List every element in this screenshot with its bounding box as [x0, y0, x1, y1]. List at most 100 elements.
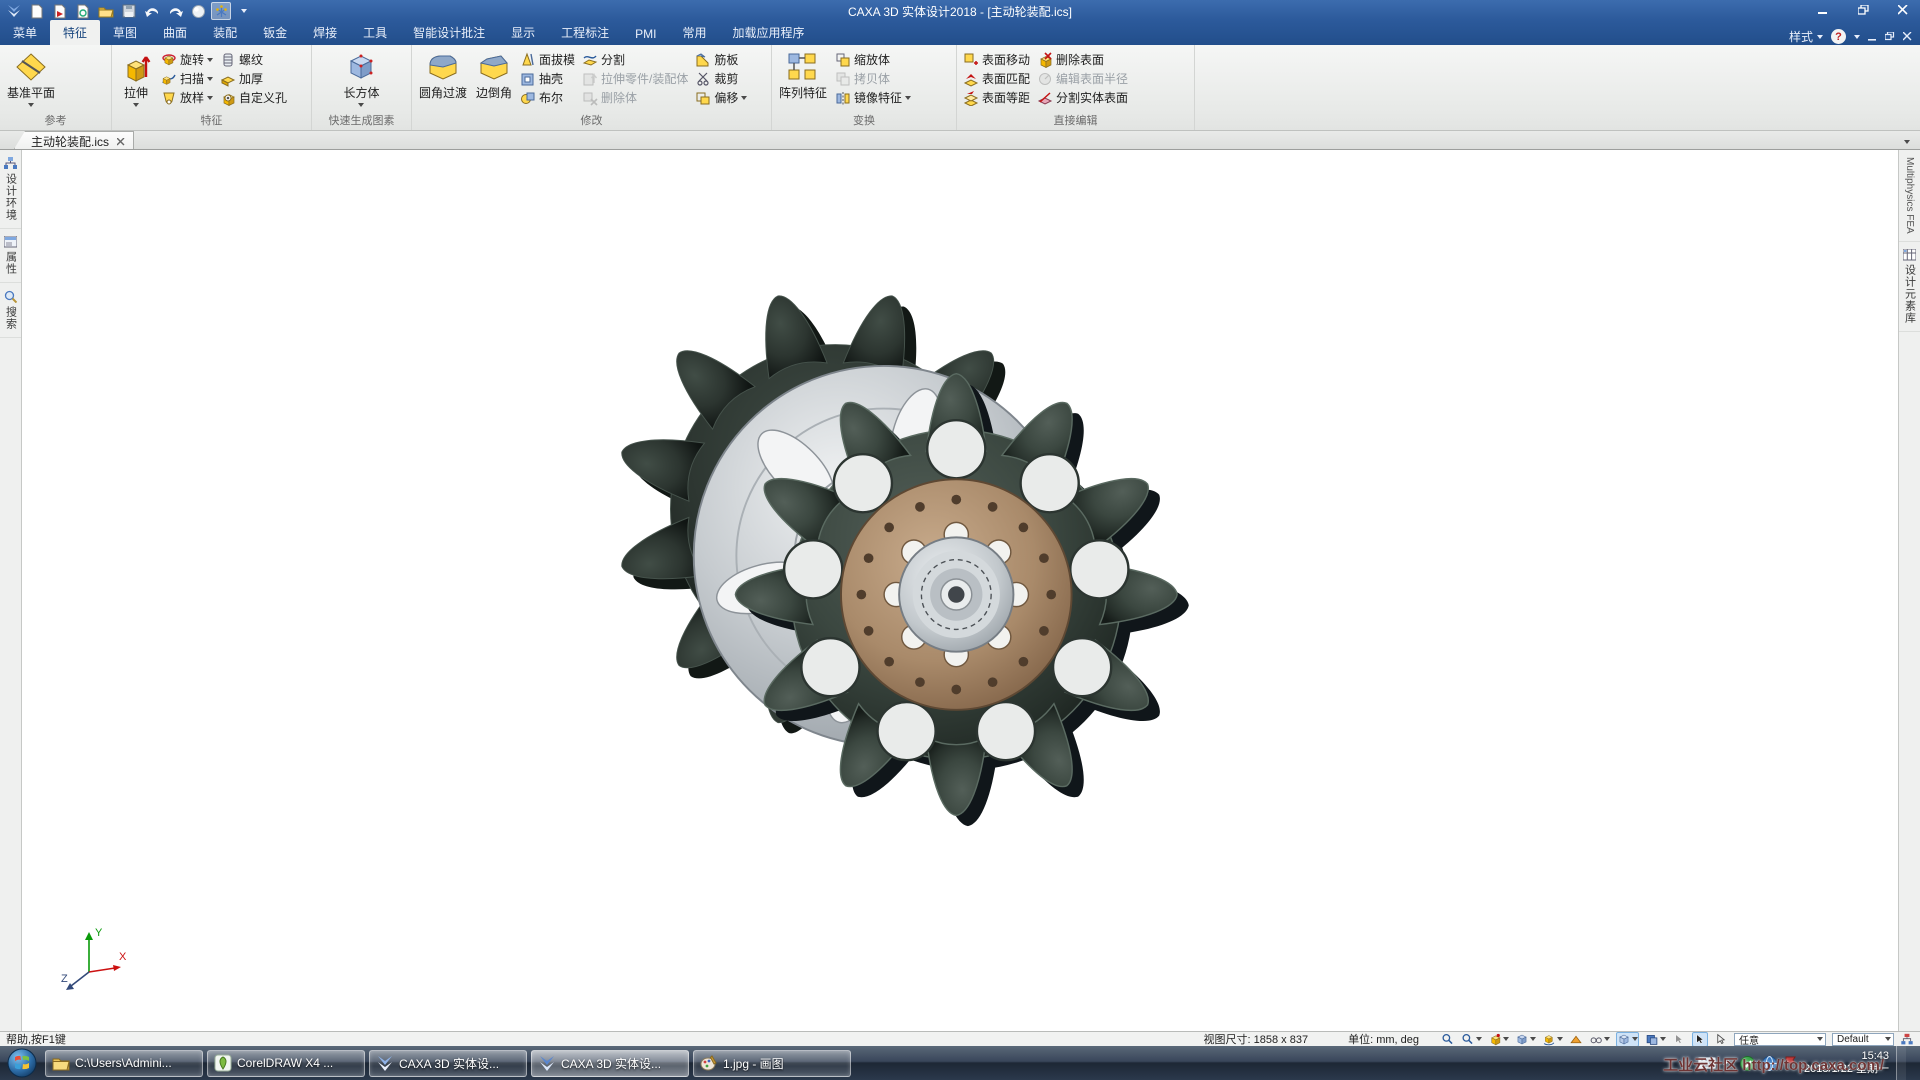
thicken-button[interactable]: 加厚 — [217, 69, 290, 88]
face-view-icon[interactable] — [1569, 1033, 1583, 1046]
menu-tab-engineering-dim[interactable]: 工程标注 — [548, 20, 622, 45]
redo-icon[interactable] — [165, 2, 185, 20]
move-face-button[interactable]: 表面移动 — [960, 50, 1033, 69]
thread-button[interactable]: 螺纹 — [217, 50, 290, 69]
document-tab[interactable]: 主动轮装配.ics — [14, 131, 134, 149]
taskbar-clock[interactable]: 15:43 2018/1/22 星期一 — [1804, 1050, 1889, 1076]
split-button[interactable]: 分割 — [579, 50, 691, 69]
match-face-button[interactable]: 表面匹配 — [960, 69, 1033, 88]
3d-canvas[interactable]: Y X Z — [23, 150, 1897, 1031]
menu-tab-smart-annotation[interactable]: 智能设计批注 — [400, 20, 498, 45]
style-dropdown[interactable]: 样式 — [1789, 28, 1823, 45]
zoom-icon[interactable] — [1461, 1033, 1482, 1046]
offset-face-button[interactable]: 表面等距 — [960, 88, 1033, 107]
tab-close-icon[interactable] — [117, 138, 125, 146]
help-dropdown-icon[interactable] — [1854, 35, 1860, 39]
style-combo[interactable]: Default — [1832, 1033, 1894, 1046]
doc-minimize-button[interactable] — [1868, 33, 1877, 41]
selection-filter-combo[interactable]: 任意 — [1734, 1033, 1826, 1046]
3d-viewport-model[interactable] — [593, 255, 1213, 905]
orbit-icon[interactable] — [1542, 1033, 1563, 1046]
datum-plane-button[interactable]: 基准平面 — [3, 48, 59, 114]
secondary-pointer-icon[interactable] — [1714, 1033, 1728, 1046]
shell-button[interactable]: 抽壳 — [517, 69, 578, 88]
render-mode-icon[interactable] — [1645, 1033, 1666, 1046]
app-logo-icon — [4, 2, 24, 20]
loft-button[interactable]: 放样 — [158, 88, 216, 107]
fillet-button[interactable]: 圆角过渡 — [415, 48, 471, 114]
menu-tab-menu[interactable]: 菜单 — [0, 20, 50, 45]
menu-tab-display[interactable]: 显示 — [498, 20, 548, 45]
new-document-icon[interactable] — [27, 2, 47, 20]
new-from-template-icon[interactable] — [50, 2, 70, 20]
menu-tab-addons[interactable]: 加载应用程序 — [720, 20, 818, 45]
delete-face-button[interactable]: 删除表面 — [1034, 50, 1131, 69]
render-sphere-icon[interactable] — [188, 2, 208, 20]
multiphysics-fea-tab[interactable]: Multiphysics FEA — [1899, 150, 1920, 242]
undo-icon[interactable] — [142, 2, 162, 20]
menu-tab-assembly[interactable]: 装配 — [200, 20, 250, 45]
properties-tab[interactable]: 属性 — [0, 229, 21, 283]
menu-tab-pmi[interactable]: PMI — [622, 23, 669, 45]
start-button[interactable] — [4, 1047, 40, 1079]
show-desktop-button[interactable] — [1896, 1046, 1906, 1080]
pattern-tool-icon[interactable] — [211, 2, 231, 20]
rib-button[interactable]: 筋板 — [692, 50, 750, 69]
close-button[interactable] — [1890, 2, 1916, 18]
zoom-window-icon[interactable] — [1441, 1033, 1455, 1046]
split-face-button[interactable]: 分割实体表面 — [1034, 88, 1131, 107]
scale-body-button[interactable]: 缩放体 — [832, 50, 914, 69]
chamfer-button[interactable]: 边倒角 — [472, 48, 516, 114]
assembly-tree-icon[interactable] — [1900, 1033, 1914, 1046]
restore-button[interactable] — [1850, 2, 1876, 18]
offset-button[interactable]: 偏移 — [692, 88, 750, 107]
display-mode-icon[interactable] — [1616, 1032, 1639, 1047]
save-icon[interactable] — [119, 2, 139, 20]
open-recent-icon[interactable] — [73, 2, 93, 20]
select-pointer-icon[interactable] — [1692, 1032, 1708, 1047]
doc-restore-button[interactable] — [1885, 32, 1895, 41]
mirror-feature-button[interactable]: 镜像特征 — [832, 88, 914, 107]
menu-tab-tools[interactable]: 工具 — [350, 20, 400, 45]
document-tab-label: 主动轮装配.ics — [31, 133, 109, 150]
sweep-button[interactable]: 扫描 — [158, 69, 216, 88]
trim-button[interactable]: 裁剪 — [692, 69, 750, 88]
qat-dropdown-icon[interactable] — [234, 2, 254, 20]
menu-tab-sketch[interactable]: 草图 — [100, 20, 150, 45]
menu-tab-sheetmetal[interactable]: 钣金 — [250, 20, 300, 45]
menu-tab-surface[interactable]: 曲面 — [150, 20, 200, 45]
taskbar-button-paint[interactable]: 1.jpg - 画图 — [693, 1050, 851, 1077]
tray-globe-icon[interactable] — [1762, 1056, 1777, 1071]
menu-tab-common[interactable]: 常用 — [670, 20, 720, 45]
cuboid-button[interactable]: 长方体 — [339, 48, 383, 114]
perspective-icon[interactable] — [1589, 1033, 1610, 1046]
menu-tab-welding[interactable]: 焊接 — [300, 20, 350, 45]
boolean-button[interactable]: 布尔 — [517, 88, 578, 107]
menu-tab-features[interactable]: 特征 — [50, 20, 100, 45]
design-tree-tab[interactable]: 设计环境 — [0, 150, 21, 229]
tab-list-dropdown-icon[interactable] — [1904, 140, 1910, 149]
custom-hole-button[interactable]: 自定义孔 — [217, 88, 290, 107]
revolve-button[interactable]: 旋转 — [158, 50, 216, 69]
extrude-part-button: 拉伸零件/装配体 — [579, 69, 691, 88]
doc-close-button[interactable] — [1903, 32, 1912, 41]
keyboard-tray-icon[interactable] — [1698, 1057, 1716, 1069]
taskbar-button-coreldraw[interactable]: CorelDRAW X4 ... — [207, 1050, 365, 1077]
extrude-button[interactable]: 拉伸 — [115, 48, 157, 114]
view-anchor-icon[interactable] — [1488, 1033, 1509, 1046]
taskbar-button-caxa-1[interactable]: CAXA 3D 实体设... — [369, 1050, 527, 1077]
custom-hole-icon — [220, 90, 236, 106]
design-library-tab[interactable]: 设计元素库 — [1899, 242, 1920, 332]
tray-expand-icon[interactable] — [1723, 1059, 1733, 1067]
pattern-feature-button[interactable]: 阵列特征 — [775, 48, 831, 114]
view-cube-icon[interactable] — [1515, 1033, 1536, 1046]
taskbar-button-caxa-2[interactable]: CAXA 3D 实体设... — [531, 1050, 689, 1077]
search-tab[interactable]: 搜索 — [0, 283, 21, 338]
open-folder-icon[interactable] — [96, 2, 116, 20]
tray-flag-icon[interactable] — [1784, 1056, 1797, 1071]
help-icon[interactable]: ? — [1831, 29, 1846, 44]
taskbar-button-explorer[interactable]: C:\Users\Admini... — [45, 1050, 203, 1077]
tray-green-icon[interactable] — [1740, 1056, 1755, 1071]
minimize-button[interactable] — [1810, 2, 1836, 18]
face-draft-button[interactable]: 面拔模 — [517, 50, 578, 69]
